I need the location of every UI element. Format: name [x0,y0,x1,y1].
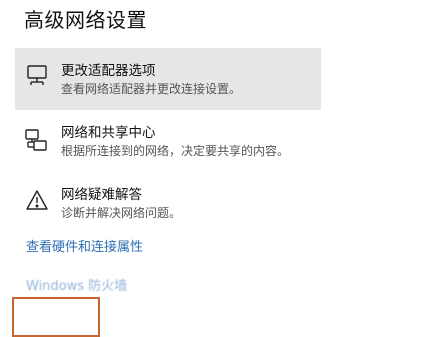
sharing-center-icon [23,128,51,152]
view-hardware-properties-link[interactable]: 查看硬件和连接属性 [26,236,143,255]
option-text: 网络和共享中心 根据所连接到的网络，决定要共享的内容。 [61,124,289,160]
option-label: 网络和共享中心 [61,125,156,141]
option-label: 网络疑难解答 [61,187,142,203]
option-description: 根据所连接到的网络，决定要共享的内容。 [61,144,290,158]
option-label: 更改适配器选项 [61,63,156,79]
network-troubleshooter-item[interactable]: 网络疑难解答 诊断并解决网络问题。 [15,184,321,224]
network-sharing-center-item[interactable]: 网络和共享中心 根据所连接到的网络，决定要共享的内容。 [15,122,321,170]
warning-icon [23,189,51,211]
windows-firewall-link[interactable]: Windows 防火墙 [26,275,127,294]
change-adapter-options-item[interactable]: 更改适配器选项 查看网络适配器并更改连接设置。 [15,48,321,110]
option-description: 查看网络适配器并更改连接设置。 [61,82,242,96]
network-adapter-icon [23,64,51,86]
option-text: 更改适配器选项 查看网络适配器并更改连接设置。 [61,62,241,98]
page-title: 高级网络设置 [24,8,147,32]
option-description: 诊断并解决网络问题。 [61,206,182,220]
option-text: 网络疑难解答 诊断并解决网络问题。 [61,186,181,222]
advanced-network-settings-page: 高级网络设置 更改适配器选项 查看网络适配器并更改连接设置。 网络和共享中心 根… [0,0,421,337]
highlight-box [12,297,100,337]
